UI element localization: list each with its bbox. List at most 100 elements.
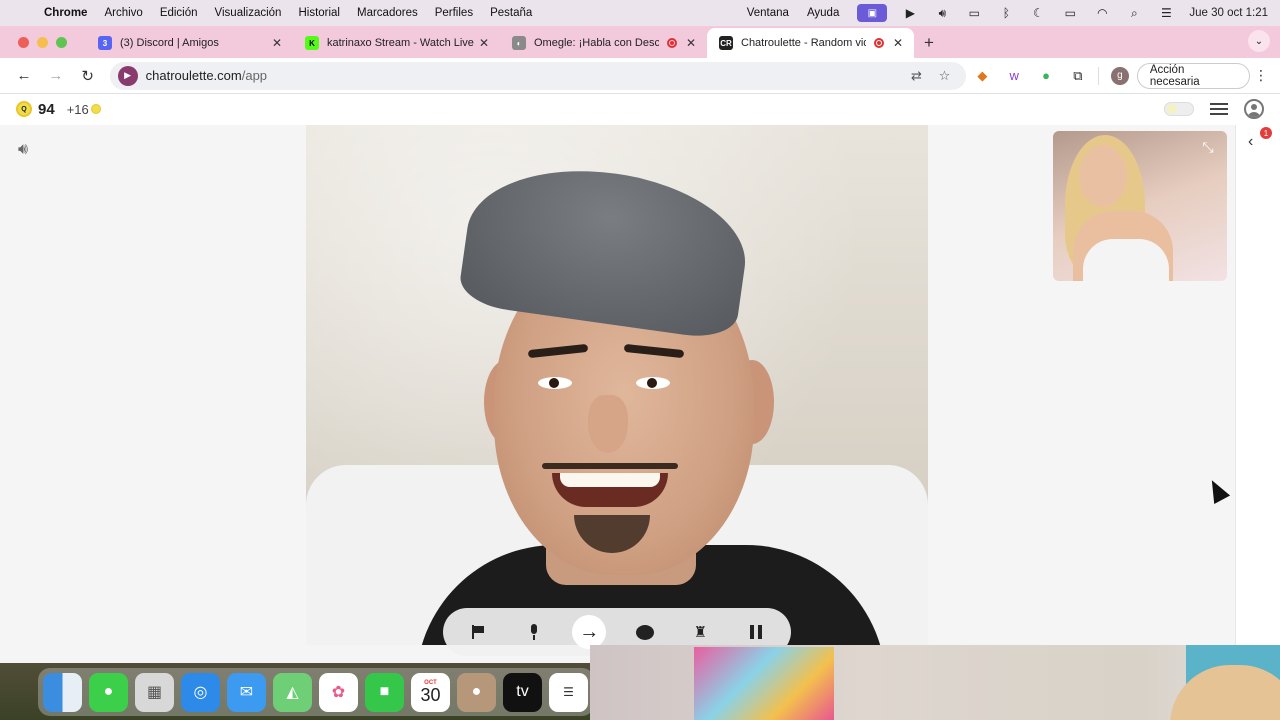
chatroulette-page: Q 94 +16 🔊︎ → ♜ ⤡ ‹ 1 bbox=[0, 94, 1280, 663]
forward-button[interactable]: → bbox=[40, 62, 72, 90]
video-person-eye bbox=[538, 377, 572, 389]
chat-side-panel: ‹ 1 bbox=[1235, 125, 1280, 663]
contacts-icon[interactable]: ● bbox=[457, 672, 496, 712]
bluetooth-icon[interactable]: ᛒ bbox=[997, 6, 1015, 20]
mic-button[interactable] bbox=[517, 615, 551, 649]
more-menu-icon[interactable]: ⋮ bbox=[1250, 67, 1272, 84]
play-icon[interactable]: ▶ bbox=[901, 6, 919, 20]
action-required-button[interactable]: Acción necesaria bbox=[1136, 62, 1251, 89]
address-bar[interactable]: ▶ chatroulette.com/app ⇄ ☆ bbox=[109, 61, 967, 90]
battery-icon[interactable]: ▭ bbox=[1061, 6, 1079, 20]
recording-icon bbox=[874, 38, 884, 48]
safari-icon[interactable]: ◎ bbox=[181, 672, 220, 712]
report-button[interactable] bbox=[461, 615, 495, 649]
video-stage: 🔊︎ → ♜ ⤡ ‹ 1 bbox=[0, 125, 1280, 663]
tab-discord[interactable]: 3 (3) Discord | Amigos ✕ bbox=[86, 28, 293, 58]
tab-kick-stream[interactable]: K katrinaxo Stream - Watch Live ✕ bbox=[293, 28, 500, 58]
volume-icon[interactable]: 🔊︎ bbox=[933, 6, 951, 20]
arrow-right-icon: → bbox=[48, 67, 64, 84]
chat-button[interactable] bbox=[628, 615, 662, 649]
tab-chatroulette[interactable]: CR Chatroulette - Random video ✕ bbox=[707, 28, 914, 58]
metamask-extension-icon[interactable]: ◆ bbox=[966, 62, 998, 90]
chat-extension-icon[interactable]: ● bbox=[1030, 62, 1062, 90]
tab-strip: 3 (3) Discord | Amigos ✕ K katrinaxo Str… bbox=[0, 26, 1280, 58]
site-camera-icon[interactable]: ▶ bbox=[117, 65, 138, 86]
bookmark-star-icon[interactable]: ☆ bbox=[930, 68, 958, 84]
theme-toggle[interactable] bbox=[1164, 102, 1194, 116]
menu-marcadores[interactable]: Marcadores bbox=[357, 7, 418, 19]
user-account-icon[interactable] bbox=[1244, 99, 1264, 119]
reload-button[interactable]: ↻ bbox=[72, 62, 104, 90]
profile-avatar[interactable]: g bbox=[1110, 66, 1129, 85]
browser-toolbar: ← → ↻ ▶ chatroulette.com/app ⇄ ☆ ◆ w ● ⧉… bbox=[0, 58, 1280, 94]
spotlight-search-icon[interactable]: ⌕ bbox=[1125, 6, 1143, 20]
macos-menu-bar: Chrome Archivo Edición Visualización His… bbox=[0, 0, 1280, 26]
collapse-icon[interactable]: ⤡ bbox=[1197, 139, 1219, 159]
menu-edicion[interactable]: Edición bbox=[160, 7, 198, 19]
tab-search-button[interactable]: ⌄ bbox=[1248, 30, 1270, 52]
mail-icon[interactable]: ✉ bbox=[227, 672, 266, 712]
chat-bubble-icon bbox=[635, 624, 654, 640]
control-center-icon[interactable]: ☰ bbox=[1157, 6, 1175, 20]
close-tab-icon[interactable]: ✕ bbox=[478, 36, 490, 50]
kick-icon: K bbox=[305, 36, 319, 50]
reminders-icon[interactable]: ☰ bbox=[549, 672, 588, 712]
close-tab-icon[interactable]: ✕ bbox=[685, 36, 697, 50]
moon-icon[interactable]: ☾ bbox=[1029, 6, 1047, 20]
messages-icon[interactable]: ● bbox=[89, 672, 128, 712]
maps-icon[interactable]: ◭ bbox=[273, 672, 312, 712]
menu-visualizacion[interactable]: Visualización bbox=[215, 7, 282, 19]
self-video-top bbox=[1083, 239, 1169, 281]
facetime-icon[interactable]: ■ bbox=[365, 672, 404, 712]
minimize-window-button[interactable] bbox=[37, 37, 48, 48]
browser-window: 3 (3) Discord | Amigos ✕ K katrinaxo Str… bbox=[0, 26, 1280, 663]
gift-button[interactable]: ♜ bbox=[683, 615, 717, 649]
arrow-right-icon: → bbox=[579, 620, 600, 643]
pause-button[interactable] bbox=[739, 615, 773, 649]
tab-title: (3) Discord | Amigos bbox=[120, 37, 219, 49]
back-button[interactable]: ← bbox=[8, 62, 40, 90]
calendar-icon[interactable]: OCT 30 bbox=[411, 672, 450, 712]
menu-ayuda[interactable]: Ayuda bbox=[807, 7, 839, 19]
coins-count: 94 bbox=[38, 100, 55, 118]
photos-icon[interactable]: ✿ bbox=[319, 672, 358, 712]
award-icon: ♜ bbox=[693, 624, 708, 641]
bonus-value: +16 bbox=[66, 101, 89, 117]
discord-icon: 3 bbox=[98, 36, 112, 50]
fullscreen-window-button[interactable] bbox=[56, 37, 67, 48]
translate-icon[interactable]: ⇄ bbox=[902, 68, 930, 84]
extension-w-icon[interactable]: w bbox=[998, 62, 1030, 90]
macos-dock: ● ▦ ◎ ✉ ◭ ✿ ■ OCT 30 ● tv ☰ bbox=[38, 668, 594, 716]
menu-clock[interactable]: Jue 30 oct 1:21 bbox=[1189, 7, 1268, 19]
launchpad-icon[interactable]: ▦ bbox=[135, 672, 174, 712]
chevron-left-icon[interactable]: ‹ bbox=[1248, 133, 1253, 151]
menu-archivo[interactable]: Archivo bbox=[104, 7, 142, 19]
microphone-icon bbox=[529, 624, 539, 640]
apple-tv-icon[interactable]: tv bbox=[503, 672, 542, 712]
apple-tv-label: tv bbox=[516, 683, 529, 700]
menu-perfiles[interactable]: Perfiles bbox=[435, 7, 473, 19]
menu-ventana[interactable]: Ventana bbox=[747, 7, 789, 19]
coins-bonus[interactable]: +16 bbox=[67, 102, 101, 117]
close-tab-icon[interactable]: ✕ bbox=[271, 36, 283, 50]
next-button[interactable]: → bbox=[572, 615, 607, 649]
filters-icon[interactable] bbox=[1210, 102, 1228, 116]
menu-historial[interactable]: Historial bbox=[298, 7, 340, 19]
menu-app-name[interactable]: Chrome bbox=[44, 7, 87, 19]
close-window-button[interactable] bbox=[18, 37, 29, 48]
wifi-icon[interactable]: ◠ bbox=[1093, 6, 1111, 20]
reload-icon: ↻ bbox=[81, 67, 94, 85]
display-icon[interactable]: ▭ bbox=[965, 6, 983, 20]
finder-icon[interactable] bbox=[43, 672, 82, 712]
screen-share-icon[interactable]: ▣ bbox=[857, 4, 888, 22]
self-video-preview[interactable]: ⤡ bbox=[1053, 131, 1227, 281]
flag-icon bbox=[471, 625, 485, 639]
tab-omegle[interactable]: ◐ Omegle: ¡Habla con Desconocidos ✕ bbox=[500, 28, 707, 58]
url-text[interactable]: chatroulette.com/app bbox=[146, 68, 903, 83]
menu-pestana[interactable]: Pestaña bbox=[490, 7, 532, 19]
close-tab-icon[interactable]: ✕ bbox=[892, 36, 904, 50]
new-tab-button[interactable]: + bbox=[914, 28, 944, 58]
mouse-cursor-icon bbox=[1203, 476, 1231, 504]
extensions-puzzle-icon[interactable]: ⧉ bbox=[1062, 62, 1094, 90]
speaker-icon[interactable]: 🔊︎ bbox=[18, 141, 28, 159]
